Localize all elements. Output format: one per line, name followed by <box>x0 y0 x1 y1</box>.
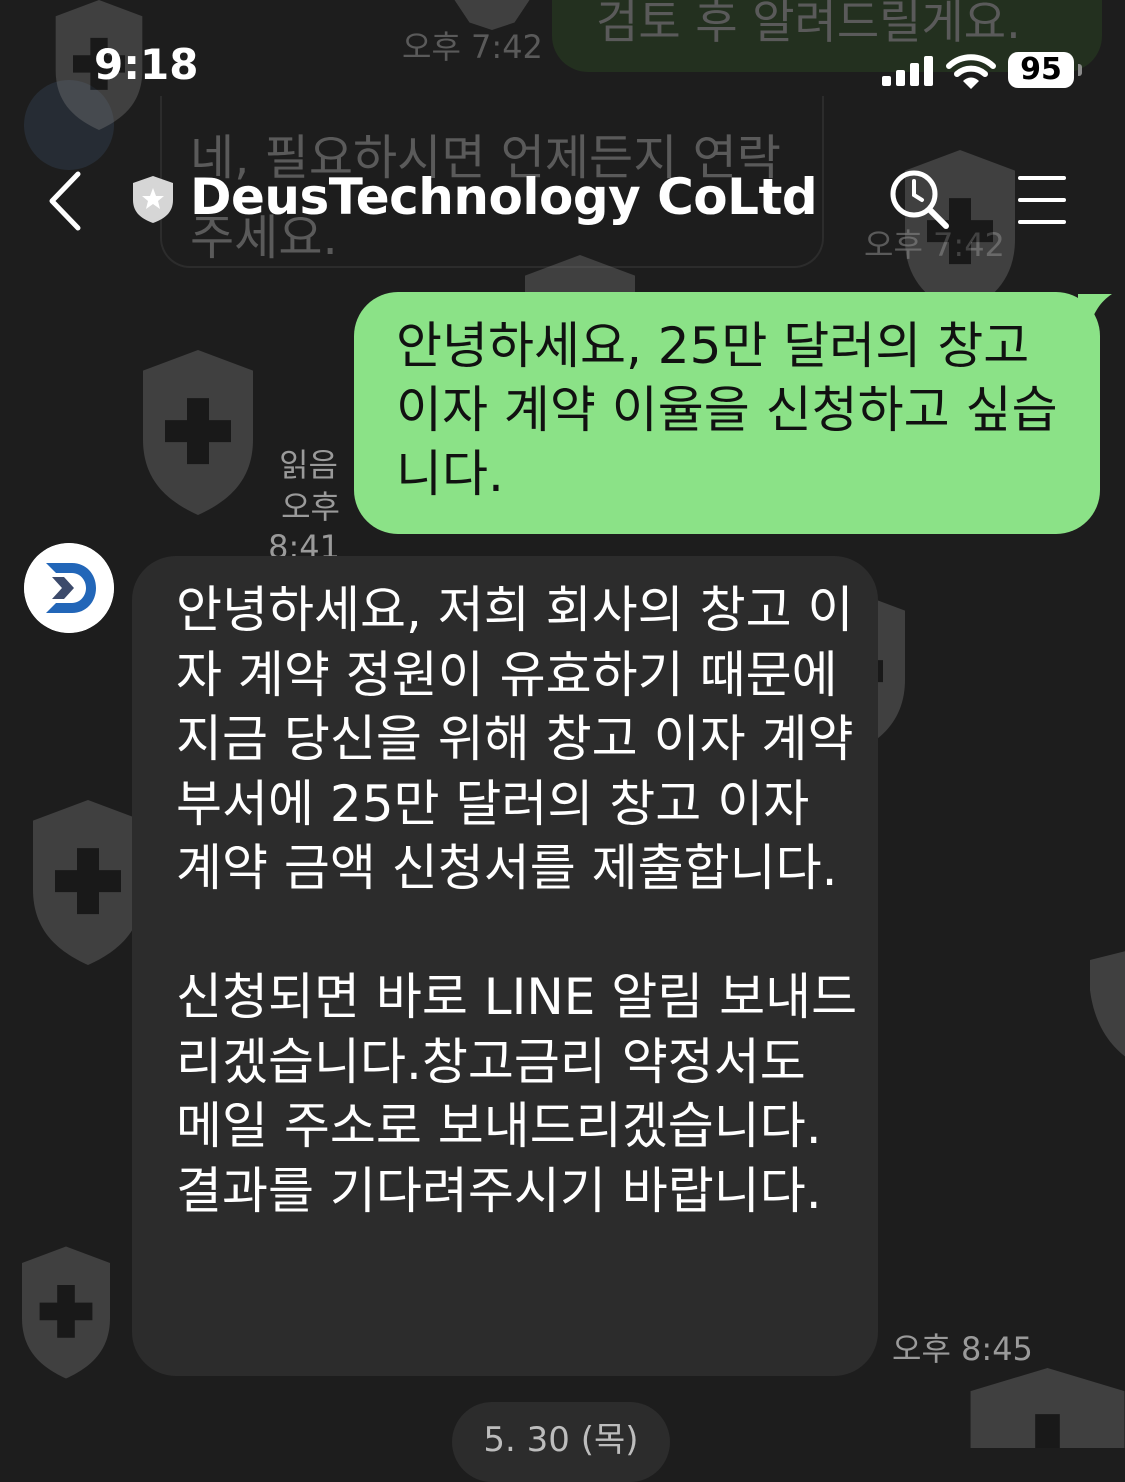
hamburger-menu-icon[interactable] <box>1012 170 1072 230</box>
shield-watermark-icon <box>970 1368 1125 1448</box>
background-message-time: 오후 7:42 <box>402 28 543 66</box>
incoming-message-time: 오후 8:45 <box>892 1330 1033 1368</box>
outgoing-message-time: 오후 8:41 <box>268 488 340 566</box>
search-clock-icon[interactable] <box>884 166 954 236</box>
read-receipt: 읽음 <box>279 446 338 484</box>
avatar[interactable] <box>24 543 114 633</box>
status-bar-time: 9:18 <box>94 40 199 89</box>
background-avatar <box>24 80 114 170</box>
outgoing-message-bubble[interactable]: 안녕하세요, 25만 달러의 창고 이자 계약 이율을 신청하고 싶습니다. <box>354 292 1100 534</box>
wifi-icon <box>946 54 996 89</box>
shield-watermark-icon <box>22 1246 110 1379</box>
chevron-left-icon[interactable] <box>38 166 98 236</box>
deus-logo-icon <box>24 543 114 633</box>
chat-title: DeusTechnology CoLtd <box>190 168 818 226</box>
incoming-message-bubble[interactable]: 안녕하세요, 저희 회사의 창고 이자 계약 정원이 유효하기 때문에 지금 당… <box>132 556 878 1376</box>
battery-indicator: 95 <box>1008 52 1082 88</box>
date-divider: 5. 30 (목) <box>452 1402 670 1482</box>
background-message-text: 검토 후 알려드릴게요. <box>596 0 1021 49</box>
bubble-tail <box>1078 294 1112 330</box>
cellular-signal-icon <box>882 56 936 86</box>
shield-watermark-icon <box>1090 951 1125 1057</box>
shield-star-icon <box>133 176 173 223</box>
